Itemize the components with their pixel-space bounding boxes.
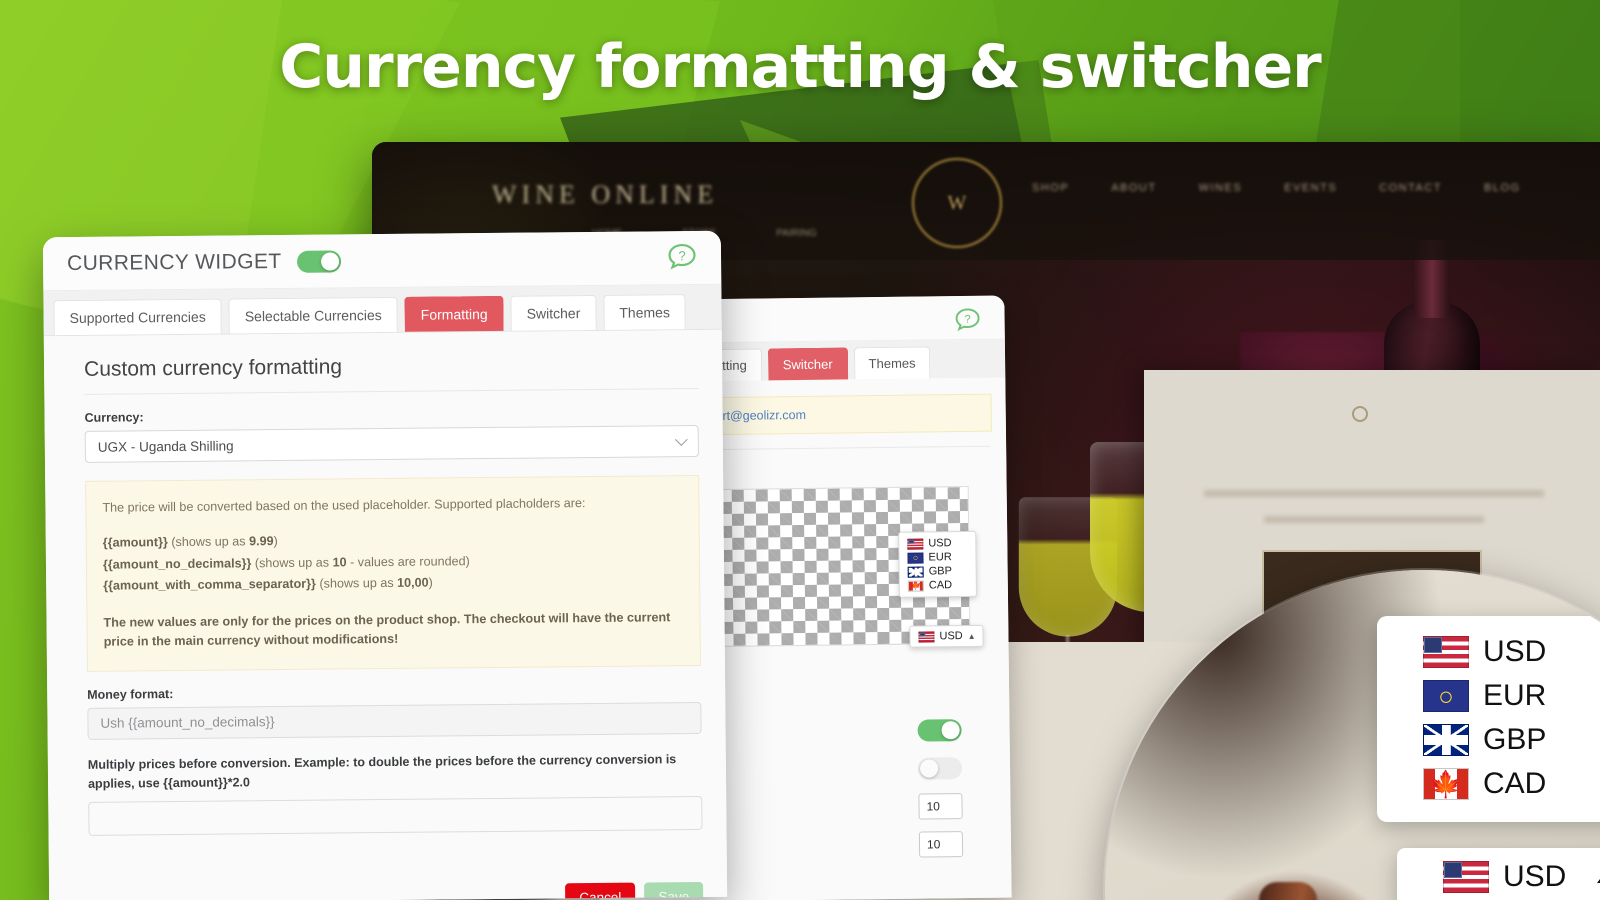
currency-select-value: UGX - Uganda Shilling [97,437,234,455]
svg-text:?: ? [678,248,685,263]
placeholder-example: 10,00 [397,575,429,591]
widget-enable-toggle[interactable] [297,249,342,273]
currency-option-eur[interactable]: EUR [1377,674,1600,718]
site-menu-item[interactable]: ABOUT [1111,182,1156,194]
formatting-panel-body: Custom currency formatting Currency: UGX… [43,329,728,900]
screenshot-stage: Currency formatting & switcher WINE ONLI… [0,0,1600,900]
tab-themes[interactable]: Themes [853,346,931,380]
us-flag-icon [907,538,924,550]
widget-title: CURRENCY WIDGET [66,249,282,275]
money-format-label: Money format: [87,686,174,702]
magnifier-content: ○ — Entre Vinos USD EUR GBP 🍁 [1105,570,1600,900]
preview-option-label: CAD [928,579,953,592]
placeholder-example: 10 [332,555,347,570]
currency-option-label: USD [1483,635,1547,668]
tab-selectable-currencies[interactable]: Selectable Currencies [228,296,398,334]
preview-option-usd[interactable]: USD [899,536,975,551]
svg-text:?: ? [964,314,970,326]
money-format-input[interactable]: Ush {{amount_no_decimals}} [87,701,702,740]
preview-option-label: USD [928,537,952,550]
formatting-panel-header: CURRENCY WIDGET ? [42,230,722,292]
currency-option-cad[interactable]: 🍁 CAD [1377,762,1600,806]
site-brand-emblem: W [912,158,1002,248]
placeholder-line-3: {{amount_with_comma_separator}} (shows u… [103,570,683,597]
currency-select[interactable]: UGX - Uganda Shilling [84,424,699,463]
section-heading: Custom currency formatting [83,351,699,395]
site-menu-item[interactable]: SHOP [1032,182,1069,194]
currency-option-label: EUR [1483,679,1547,712]
gb-flag-icon [1423,724,1469,756]
multiply-helper-text: Multiply prices before conversion. Examp… [87,751,677,791]
currency-option-label: GBP [1483,723,1547,756]
placeholder-note-suffix: ) [428,575,433,590]
ca-flag-icon: 🍁 [907,580,924,592]
switcher-toggle-on[interactable] [917,719,962,742]
info-lead: The price will be converted based on the… [102,496,586,515]
site-logo: WINE ONLINE [492,180,719,209]
placeholder-code: {{amount_with_comma_separator}} [103,576,316,593]
formatting-actions: Cancel Save [89,882,704,900]
magnified-product-image [1175,870,1415,900]
placeholder-note-prefix: (shows up as [315,576,398,591]
cancel-button[interactable]: Cancel [565,883,636,900]
number-field-2[interactable]: 10 [918,831,964,858]
site-menu-item[interactable]: CONTACT [1379,182,1442,194]
tab-themes[interactable]: Themes [603,294,687,330]
help-speech-bubble-icon[interactable]: ? [665,240,699,274]
switcher-toggle-off[interactable] [917,757,963,780]
preview-currency-dropdown[interactable]: USD EUR GBP 🍁 CAD [898,530,977,598]
help-speech-bubble-icon[interactable]: ? [952,306,982,336]
card-knob [1352,406,1368,422]
eu-flag-icon [1423,680,1469,712]
currency-label: Currency: [84,410,144,425]
info-warning: The new values are only for the prices o… [103,609,671,649]
preview-option-gbp[interactable]: GBP [900,564,976,579]
preview-option-label: GBP [928,565,952,578]
currency-option-label: CAD [1483,767,1547,800]
placeholder-code: {{amount_no_decimals}} [102,556,252,572]
site-menu-item[interactable]: BLOG [1484,182,1521,194]
preview-option-eur[interactable]: EUR [899,550,975,565]
magnified-currency-dropdown[interactable]: USD EUR GBP 🍁 CAD [1377,616,1600,822]
site-submenu-item[interactable]: PAIRING [776,228,816,239]
preview-option-label: EUR [928,551,952,564]
placeholder-example: 9.99 [248,534,274,549]
tab-switcher[interactable]: Switcher [767,347,848,381]
magnified-selected-label: USD [1503,860,1567,893]
gb-flag-icon [907,566,924,578]
currency-option-usd[interactable]: USD [1377,630,1600,674]
tab-supported-currencies[interactable]: Supported Currencies [53,298,222,336]
site-menu-item[interactable]: EVENTS [1284,182,1337,194]
preview-option-cad[interactable]: 🍁 CAD [900,578,976,593]
us-flag-icon [1443,861,1489,893]
caret-up-icon: ▲ [967,631,976,641]
site-menu[interactable]: SHOP ABOUT WINES EVENTS CONTACT BLOG [1032,182,1521,194]
site-menu-item[interactable]: WINES [1199,182,1243,194]
multiply-input[interactable] [88,796,703,837]
magnified-currency-selected[interactable]: USD [1397,848,1600,900]
preview-selected-label: USD [939,630,963,643]
placeholder-info-box: The price will be converted based on the… [85,474,701,672]
placeholder-note-prefix: (shows up as [167,534,250,550]
tab-formatting[interactable]: Formatting [404,295,504,332]
currency-option-gbp[interactable]: GBP [1377,718,1600,762]
tab-switcher[interactable]: Switcher [510,294,597,331]
us-flag-icon [918,630,935,643]
number-field-1[interactable]: 10 [918,793,963,820]
placeholder-note-prefix: (shows up as [251,555,333,571]
placeholder-note-suffix: - values are rounded) [346,553,470,570]
formatting-panel: CURRENCY WIDGET ? Supported Currencies S… [42,230,728,900]
preview-currency-selected[interactable]: USD ▲ [909,624,984,648]
us-flag-icon [1423,636,1469,668]
magnifier-circle: ○ — Entre Vinos USD EUR GBP 🍁 [1105,570,1600,900]
eu-flag-icon [907,552,924,564]
placeholder-note-suffix: ) [273,534,278,549]
page-title: Currency formatting & switcher [279,32,1321,102]
formatting-tab-bar[interactable]: Supported Currencies Selectable Currenci… [43,284,722,337]
ca-flag-icon: 🍁 [1423,768,1469,800]
placeholder-code: {{amount}} [102,535,168,551]
switcher-preview-canvas: USD EUR GBP 🍁 CAD [718,485,984,648]
chevron-down-icon [674,433,688,447]
